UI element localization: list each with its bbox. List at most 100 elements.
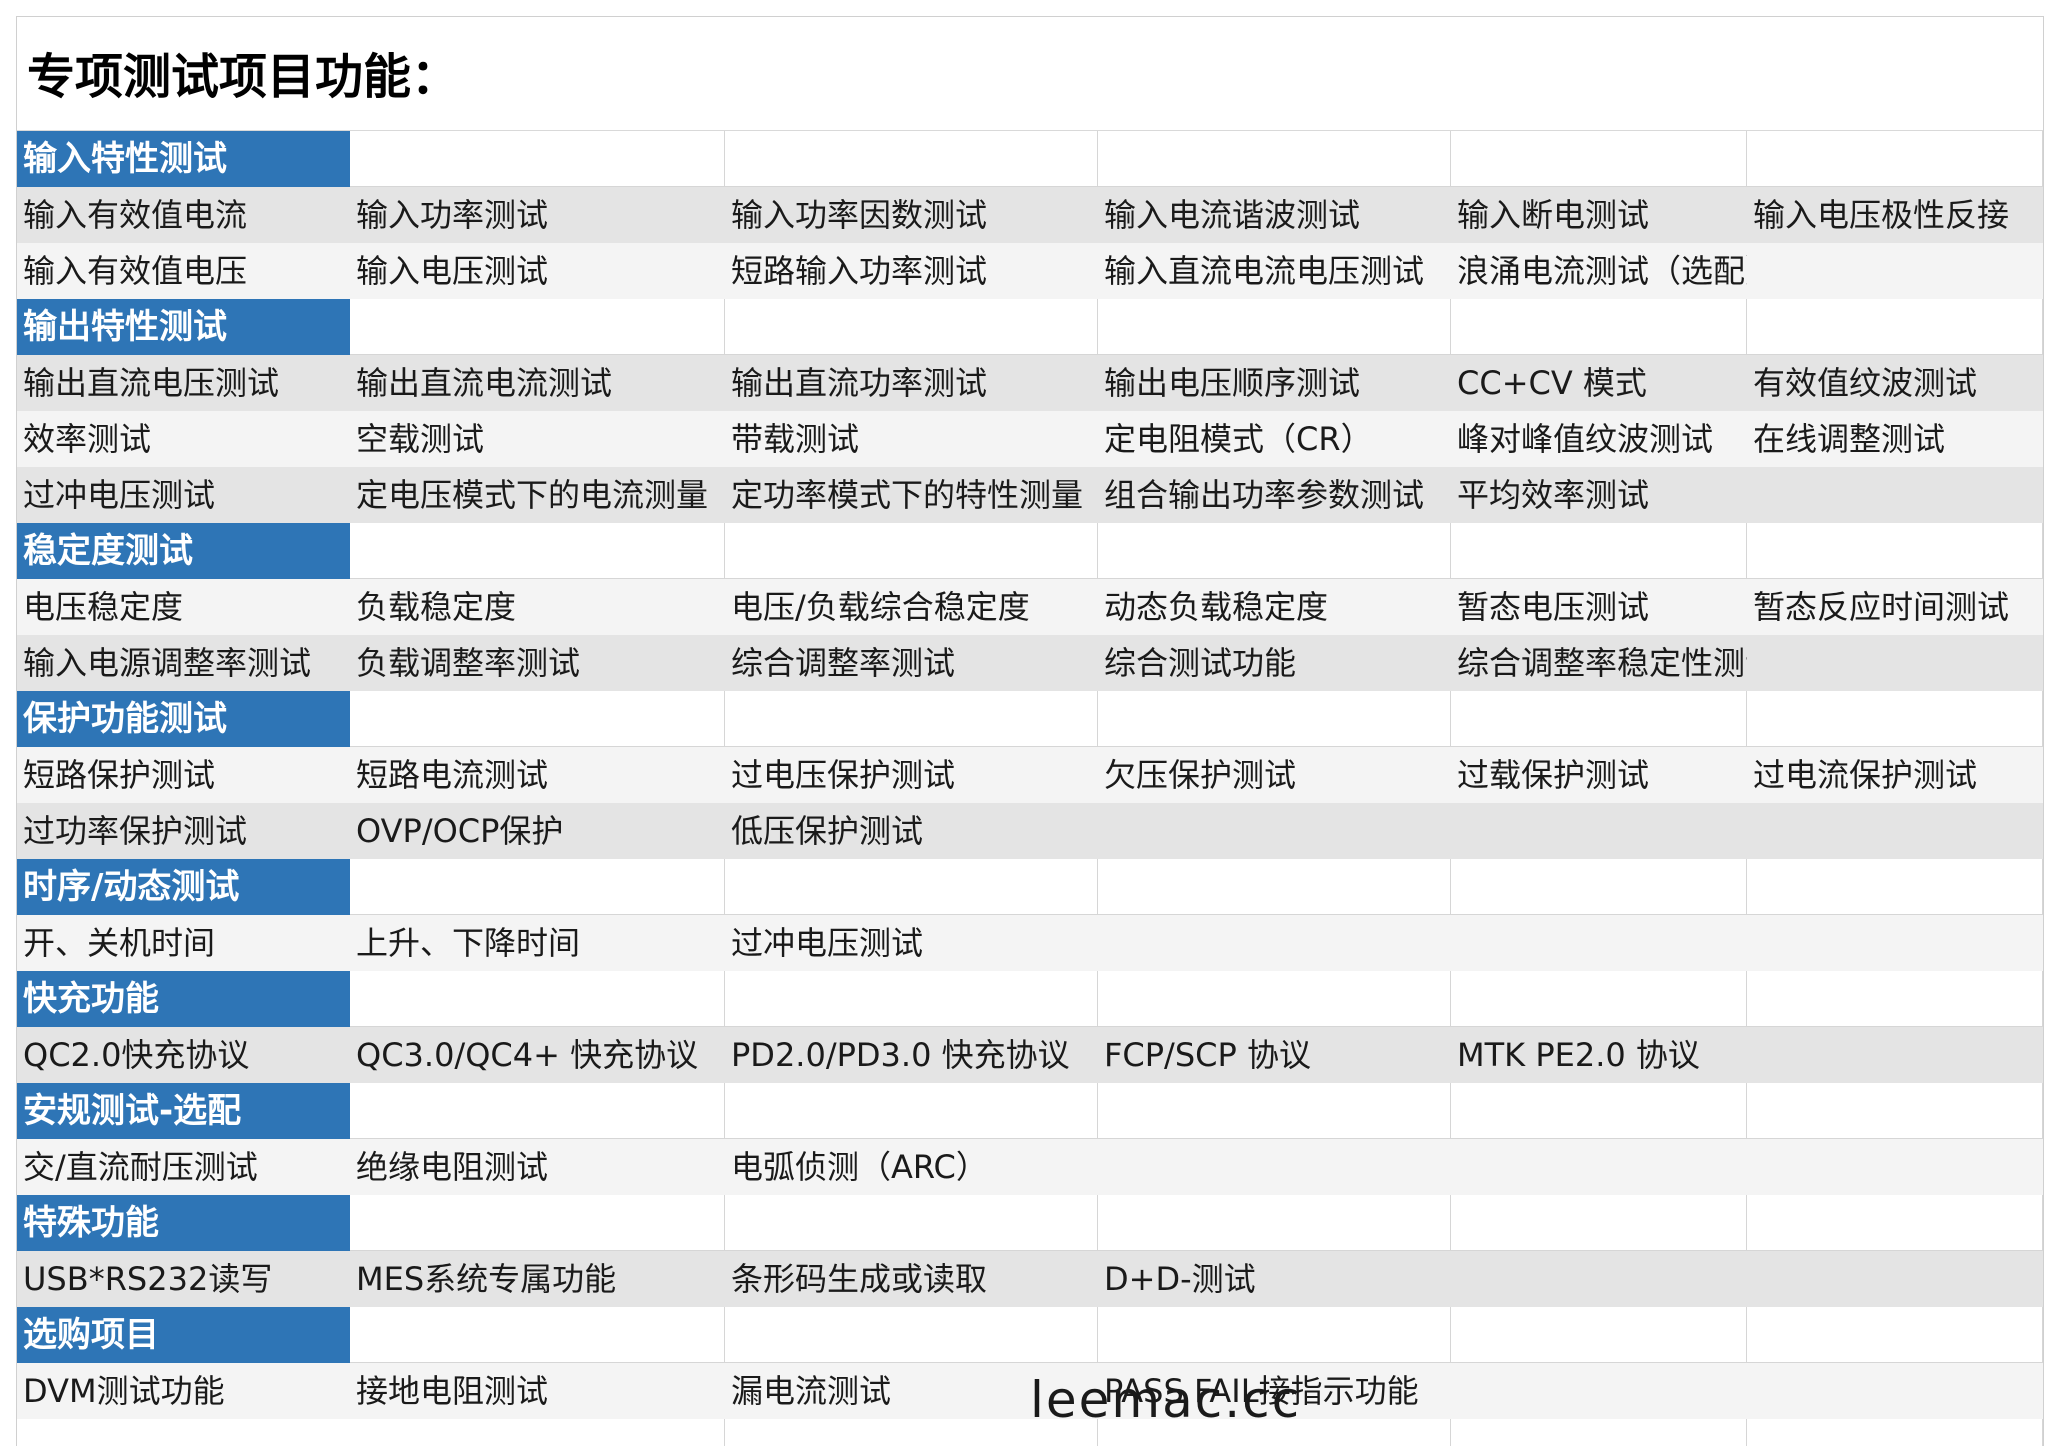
empty-cell[interactable]: [1098, 1195, 1451, 1251]
table-cell[interactable]: 过冲电压测试: [17, 467, 350, 523]
empty-cell[interactable]: [1451, 1083, 1747, 1139]
empty-cell[interactable]: [1747, 1419, 2043, 1446]
empty-cell[interactable]: [1451, 1307, 1747, 1363]
table-cell[interactable]: [1747, 1251, 2043, 1307]
table-cell[interactable]: 输入电源调整率测试: [17, 635, 350, 691]
empty-cell[interactable]: [1747, 1083, 2043, 1139]
table-cell[interactable]: 输入电压极性反接: [1747, 187, 2043, 243]
table-cell[interactable]: [1747, 635, 2043, 691]
table-cell[interactable]: [1747, 243, 2043, 299]
table-cell[interactable]: [1747, 467, 2043, 523]
table-cell[interactable]: 电压稳定度: [17, 579, 350, 635]
table-cell[interactable]: 组合输出功率参数测试: [1098, 467, 1451, 523]
empty-cell[interactable]: [1451, 691, 1747, 747]
table-cell[interactable]: [1098, 803, 1451, 859]
table-cell[interactable]: 过电流保护测试: [1747, 747, 2043, 803]
table-cell[interactable]: 动态负载稳定度: [1098, 579, 1451, 635]
empty-cell[interactable]: [1098, 131, 1451, 187]
empty-cell[interactable]: [350, 1307, 725, 1363]
table-cell[interactable]: MES系统专属功能: [350, 1251, 725, 1307]
section-header-cell[interactable]: 输入特性测试: [17, 131, 350, 187]
empty-cell[interactable]: [725, 971, 1098, 1027]
table-cell[interactable]: 综合测试功能: [1098, 635, 1451, 691]
empty-cell[interactable]: [725, 1307, 1098, 1363]
section-header-cell[interactable]: 快充功能: [17, 971, 350, 1027]
empty-cell[interactable]: [350, 1083, 725, 1139]
empty-cell[interactable]: [725, 1195, 1098, 1251]
section-header-cell[interactable]: 稳定度测试: [17, 523, 350, 579]
table-cell[interactable]: 过电压保护测试: [725, 747, 1098, 803]
empty-cell[interactable]: [1098, 1307, 1451, 1363]
table-cell[interactable]: [1451, 1363, 1747, 1419]
empty-cell[interactable]: [725, 299, 1098, 355]
empty-cell[interactable]: [1098, 691, 1451, 747]
empty-cell[interactable]: [1747, 691, 2043, 747]
table-cell[interactable]: 条形码生成或读取: [725, 1251, 1098, 1307]
table-cell[interactable]: 电弧侦测（ARC）: [725, 1139, 1098, 1195]
table-cell[interactable]: CC+CV 模式: [1451, 355, 1747, 411]
table-cell[interactable]: 接地电阻测试: [350, 1363, 725, 1419]
table-cell[interactable]: [1747, 1027, 2043, 1083]
table-cell[interactable]: 短路电流测试: [350, 747, 725, 803]
empty-cell[interactable]: [350, 691, 725, 747]
table-cell[interactable]: 带载测试: [725, 411, 1098, 467]
table-cell[interactable]: 有效值纹波测试: [1747, 355, 2043, 411]
section-header-cell[interactable]: 输出特性测试: [17, 299, 350, 355]
empty-cell[interactable]: [1451, 1419, 1747, 1446]
table-cell[interactable]: 欠压保护测试: [1098, 747, 1451, 803]
table-cell[interactable]: 在线调整测试: [1747, 411, 2043, 467]
table-cell[interactable]: MTK PE2.0 协议: [1451, 1027, 1747, 1083]
empty-cell[interactable]: [725, 859, 1098, 915]
table-cell[interactable]: 交/直流耐压测试: [17, 1139, 350, 1195]
empty-cell[interactable]: [350, 131, 725, 187]
table-cell[interactable]: [1747, 1363, 2043, 1419]
table-cell[interactable]: OVP/OCP保护: [350, 803, 725, 859]
table-cell[interactable]: 过载保护测试: [1451, 747, 1747, 803]
table-cell[interactable]: 峰对峰值纹波测试: [1451, 411, 1747, 467]
table-cell[interactable]: 过功率保护测试: [17, 803, 350, 859]
table-cell[interactable]: 暂态电压测试: [1451, 579, 1747, 635]
table-cell[interactable]: 负载稳定度: [350, 579, 725, 635]
empty-cell[interactable]: [1747, 523, 2043, 579]
table-cell[interactable]: 电压/负载综合稳定度: [725, 579, 1098, 635]
empty-cell[interactable]: [350, 1419, 725, 1446]
table-cell[interactable]: [1098, 915, 1451, 971]
empty-cell[interactable]: [1747, 971, 2043, 1027]
section-header-cell[interactable]: 保护功能测试: [17, 691, 350, 747]
empty-cell[interactable]: [1451, 1195, 1747, 1251]
table-cell[interactable]: 空载测试: [350, 411, 725, 467]
empty-cell[interactable]: [1747, 299, 2043, 355]
table-cell[interactable]: 低压保护测试: [725, 803, 1098, 859]
section-header-cell[interactable]: 时序/动态测试: [17, 859, 350, 915]
table-cell[interactable]: 定电阻模式（CR）: [1098, 411, 1451, 467]
table-cell[interactable]: FCP/SCP 协议: [1098, 1027, 1451, 1083]
empty-cell[interactable]: [1451, 859, 1747, 915]
empty-cell[interactable]: [1747, 1195, 2043, 1251]
empty-cell[interactable]: [1451, 523, 1747, 579]
table-cell[interactable]: 输出直流功率测试: [725, 355, 1098, 411]
table-cell[interactable]: 输入断电测试: [1451, 187, 1747, 243]
empty-cell[interactable]: [1747, 1307, 2043, 1363]
section-header-cell[interactable]: 选购项目: [17, 1307, 350, 1363]
table-cell[interactable]: 短路保护测试: [17, 747, 350, 803]
table-cell[interactable]: PD2.0/PD3.0 快充协议: [725, 1027, 1098, 1083]
table-cell[interactable]: [1747, 1139, 2043, 1195]
table-cell[interactable]: D+D-测试: [1098, 1251, 1451, 1307]
table-cell[interactable]: 输入有效值电压: [17, 243, 350, 299]
table-cell[interactable]: 暂态反应时间测试: [1747, 579, 2043, 635]
table-cell[interactable]: [1747, 915, 2043, 971]
empty-cell[interactable]: [350, 299, 725, 355]
empty-cell[interactable]: [725, 691, 1098, 747]
table-cell[interactable]: 输出直流电流测试: [350, 355, 725, 411]
table-cell[interactable]: 上升、下降时间: [350, 915, 725, 971]
table-cell[interactable]: 效率测试: [17, 411, 350, 467]
table-cell[interactable]: 综合调整率测试: [725, 635, 1098, 691]
table-cell[interactable]: 定功率模式下的特性测量: [725, 467, 1098, 523]
table-cell[interactable]: 绝缘电阻测试: [350, 1139, 725, 1195]
table-cell[interactable]: 负载调整率测试: [350, 635, 725, 691]
table-cell[interactable]: 定电压模式下的电流测量: [350, 467, 725, 523]
table-cell[interactable]: 输出电压顺序测试: [1098, 355, 1451, 411]
table-cell[interactable]: 平均效率测试: [1451, 467, 1747, 523]
table-cell[interactable]: [1451, 1139, 1747, 1195]
empty-cell[interactable]: [725, 1083, 1098, 1139]
